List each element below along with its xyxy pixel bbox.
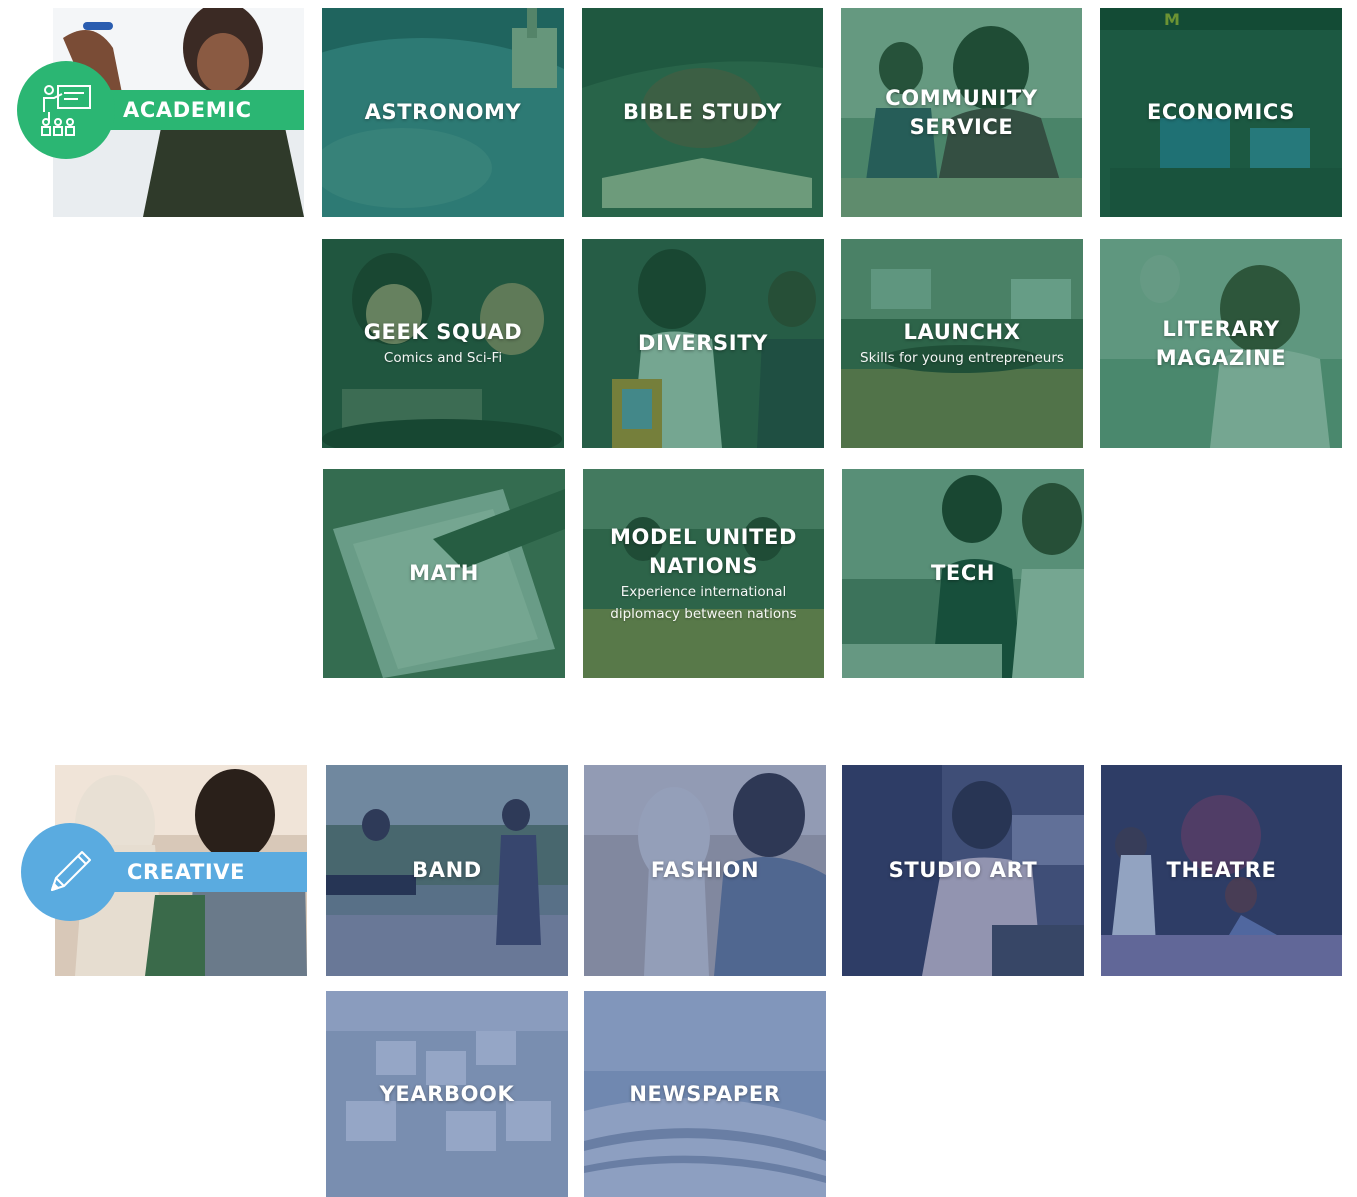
club-title: LITERARY MAGAZINE xyxy=(1155,316,1287,370)
club-title: TECH xyxy=(930,561,996,585)
club-title: MATH xyxy=(409,561,479,585)
club-title: BIBLE STUDY xyxy=(622,100,783,124)
club-title: NEWSPAPER xyxy=(629,1081,781,1106)
club-tile-math[interactable]: MATH xyxy=(323,469,565,678)
club-tile-astronomy[interactable]: ASTRONOMY xyxy=(322,8,564,217)
club-subtitle: Experience international diplomacy betwe… xyxy=(610,583,797,622)
club-tile-yearbook[interactable]: YEARBOOK xyxy=(326,991,568,1197)
creative-category-header[interactable]: CREATIVE xyxy=(21,765,307,976)
academic-category-header[interactable]: ACADEMIC xyxy=(17,8,304,217)
club-tile-bible-study[interactable]: BIBLE STUDY xyxy=(582,8,823,217)
club-tile-launchx[interactable]: LAUNCHX Skills for young entrepreneurs xyxy=(841,239,1083,448)
club-tile-newspaper[interactable]: NEWSPAPER xyxy=(584,991,826,1197)
creative-category-label: CREATIVE xyxy=(127,860,246,884)
presentation-board-icon xyxy=(41,85,91,136)
academic-category-badge xyxy=(17,61,115,159)
club-title: DIVERSITY xyxy=(638,331,768,355)
club-title: GEEK SQUAD xyxy=(363,320,523,344)
club-tile-economics[interactable]: M ECONOMICS xyxy=(1100,8,1342,217)
creative-category-badge xyxy=(21,823,119,921)
club-title: MODEL UNITED NATIONS xyxy=(610,524,797,578)
club-tile-fashion[interactable]: FASHION xyxy=(584,765,826,976)
academic-category-label: ACADEMIC xyxy=(123,98,252,122)
club-tile-community-service[interactable]: COMMUNITY SERVICE xyxy=(841,8,1082,217)
club-tile-model-united-nations[interactable]: MODEL UNITED NATIONS Experience internat… xyxy=(583,469,824,678)
club-title: ASTRONOMY xyxy=(364,100,522,124)
club-title: THEATRE xyxy=(1166,858,1277,882)
club-title: STUDIO ART xyxy=(888,858,1038,882)
club-title: COMMUNITY SERVICE xyxy=(885,85,1038,139)
club-tile-tech[interactable]: TECH xyxy=(842,469,1084,678)
club-subtitle: Comics and Sci-Fi xyxy=(383,350,503,366)
club-tile-theatre[interactable]: THEATRE xyxy=(1101,765,1342,976)
club-subtitle: Skills for young entrepreneurs xyxy=(860,350,1064,366)
club-title: BAND xyxy=(412,858,482,882)
club-tile-band[interactable]: BAND xyxy=(326,765,568,976)
club-title: ECONOMICS xyxy=(1146,100,1296,124)
club-title: LAUNCHX xyxy=(903,320,1021,344)
club-tile-geek-squad[interactable]: GEEK SQUAD Comics and Sci-Fi xyxy=(322,239,564,448)
club-tile-studio-art[interactable]: STUDIO ART xyxy=(842,765,1084,976)
club-tile-literary-magazine[interactable]: LITERARY MAGAZINE xyxy=(1100,239,1342,448)
club-tile-diversity[interactable]: DIVERSITY xyxy=(582,239,824,448)
pencil-icon xyxy=(51,851,91,891)
club-title: YEARBOOK xyxy=(379,1081,515,1106)
club-title: FASHION xyxy=(650,858,760,882)
